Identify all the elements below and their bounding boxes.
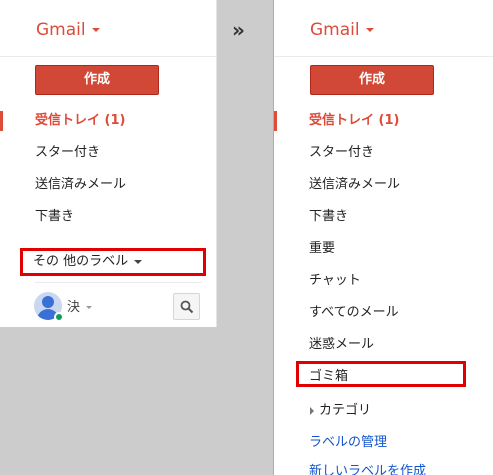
create-label-link[interactable]: 新しいラベルを作成	[274, 458, 493, 475]
search-icon	[180, 300, 194, 314]
caret-down-icon	[86, 306, 93, 309]
gmail-title: Gmail	[310, 20, 360, 40]
nav-item-starred[interactable]: スター付き	[274, 139, 493, 167]
trash-highlight-box	[296, 361, 466, 387]
triangle-right-icon[interactable]	[310, 407, 314, 415]
left-sidebar: Gmail 作成 受信トレイ (1) スター付き 送信済みメール 下書き その …	[0, 0, 217, 327]
search-people-button[interactable]	[173, 293, 200, 320]
nav-item-important[interactable]: 重要	[274, 235, 493, 263]
nav-item-chat[interactable]: チャット	[274, 267, 493, 295]
nav-item-label: 新しいラベルを作成	[309, 464, 427, 475]
nav-item-label: 受信トレイ (1)	[309, 113, 400, 128]
nav-item-sent[interactable]: 送信済みメール	[274, 171, 493, 199]
right-sidebar: Gmail 作成 受信トレイ (1) スター付き 送信済みメール 下書き 重要 …	[273, 0, 493, 475]
nav-item-label: 受信トレイ (1)	[35, 113, 126, 128]
nav-item-label: 下書き	[309, 209, 349, 224]
nav-item-label: 下書き	[35, 209, 75, 224]
nav-item-inbox[interactable]: 受信トレイ (1)	[0, 107, 216, 135]
gmail-title: Gmail	[36, 20, 86, 40]
nav-item-spam[interactable]: 迷惑メール	[274, 331, 493, 359]
divider	[35, 282, 202, 283]
nav-item-label: 送信済みメール	[309, 177, 401, 192]
transition-arrow: »	[232, 18, 245, 42]
more-labels-button[interactable]: その 他のラベル	[20, 248, 206, 276]
more-labels-label: その 他のラベル	[33, 254, 129, 269]
nav-item-inbox[interactable]: 受信トレイ (1)	[274, 107, 493, 135]
nav-item-categories[interactable]: カテゴリ	[274, 397, 493, 425]
nav-item-sent[interactable]: 送信済みメール	[0, 171, 216, 199]
divider	[0, 56, 216, 57]
nav-item-label: すべてのメール	[309, 305, 399, 320]
gmail-menu[interactable]: Gmail	[310, 20, 374, 40]
gmail-menu[interactable]: Gmail	[36, 20, 100, 40]
nav-item-starred[interactable]: スター付き	[0, 139, 216, 167]
caret-down-icon	[91, 28, 100, 32]
nav-item-drafts[interactable]: 下書き	[0, 203, 216, 231]
avatar[interactable]	[34, 292, 64, 322]
nav-item-label: スター付き	[309, 145, 375, 160]
nav-item-drafts[interactable]: 下書き	[274, 203, 493, 231]
compose-button[interactable]: 作成	[310, 65, 434, 95]
compose-button[interactable]: 作成	[35, 65, 159, 95]
nav-item-label: 迷惑メール	[309, 337, 375, 352]
user-menu[interactable]: 決	[67, 296, 93, 315]
nav-item-label: 送信済みメール	[35, 177, 127, 192]
divider	[274, 56, 493, 57]
nav-item-all-mail[interactable]: すべてのメール	[274, 299, 493, 327]
online-status-icon	[54, 312, 64, 322]
nav-item-label: スター付き	[35, 145, 101, 160]
nav-item-label: ラベルの管理	[309, 435, 388, 450]
caret-down-icon	[365, 28, 374, 32]
manage-labels-link[interactable]: ラベルの管理	[274, 429, 493, 457]
nav-item-label: カテゴリ	[319, 403, 372, 418]
nav-item-label: 重要	[309, 241, 336, 256]
caret-down-icon	[134, 259, 143, 264]
user-name: 決	[67, 300, 81, 315]
nav-item-label: チャット	[309, 273, 361, 288]
